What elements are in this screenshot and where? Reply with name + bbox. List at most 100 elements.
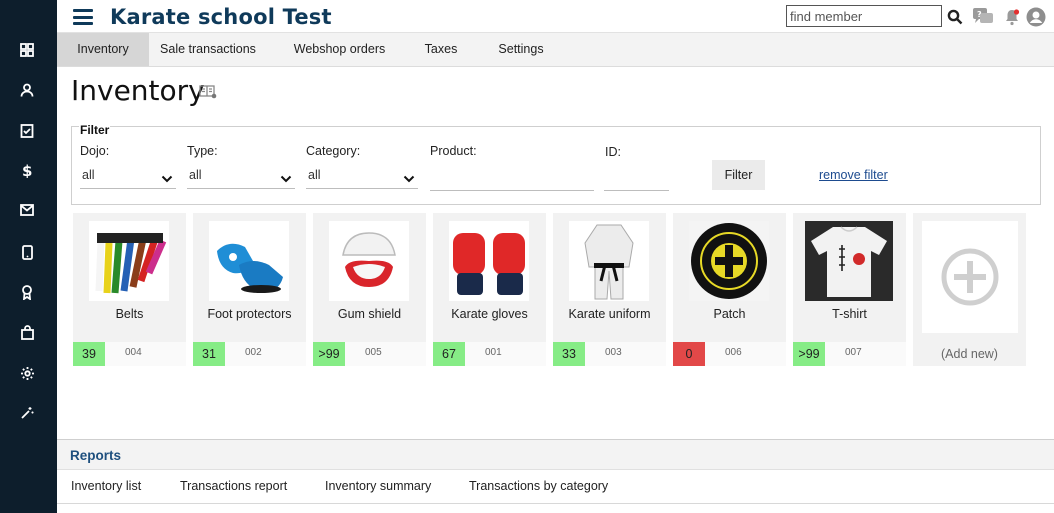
product-stock-bar: 31 002	[193, 342, 306, 366]
karate-uniform-image	[569, 221, 649, 301]
product-card-gum-shield[interactable]: Gum shield >99 005	[313, 213, 426, 366]
reports-section-header: Reports	[57, 439, 1054, 470]
product-card-belts[interactable]: Belts 39 004	[73, 213, 186, 366]
chat-help-icon[interactable]: ?	[972, 6, 994, 28]
mail-icon[interactable]	[17, 200, 37, 220]
filter-button[interactable]: Filter	[712, 160, 765, 190]
clipboard-check-icon[interactable]	[17, 120, 37, 140]
product-name: Karate gloves	[451, 307, 528, 321]
product-id: 004	[125, 347, 142, 358]
svg-text:?: ?	[977, 10, 982, 19]
category-select-value: all	[308, 168, 321, 182]
notification-bell-icon[interactable]	[1001, 6, 1023, 28]
product-id: 003	[605, 347, 622, 358]
gear-icon[interactable]	[17, 363, 37, 383]
tab-settings[interactable]: Settings	[489, 33, 553, 66]
dollar-icon[interactable]: $	[17, 160, 37, 180]
report-transactions-report[interactable]: Transactions report	[180, 479, 287, 493]
product-id: 006	[725, 347, 742, 358]
stock-count: 33	[553, 342, 585, 366]
page-title: Inventory	[71, 74, 205, 107]
gum-shield-image	[329, 221, 409, 301]
product-stock-bar: >99 007	[793, 342, 906, 366]
karate-gloves-image	[449, 221, 529, 301]
product-stock-bar: 39 004	[73, 342, 186, 366]
tab-inventory[interactable]: Inventory	[57, 33, 149, 66]
person-icon[interactable]	[17, 80, 37, 100]
category-select[interactable]: all	[306, 161, 418, 189]
stock-count: >99	[793, 342, 825, 366]
tab-sale-transactions[interactable]: Sale transactions	[151, 33, 265, 66]
shopping-bag-icon[interactable]	[17, 322, 37, 342]
sidebar: $	[0, 0, 57, 513]
product-card-foot-protectors[interactable]: Foot protectors 31 002	[193, 213, 306, 366]
product-name: Gum shield	[337, 307, 402, 321]
help-book-icon[interactable]	[199, 85, 217, 104]
product-id: 005	[365, 347, 382, 358]
add-new-product-card[interactable]: (Add new)	[913, 213, 1026, 366]
patch-image	[689, 221, 769, 301]
foot-protectors-image	[209, 221, 289, 301]
stock-count: >99	[313, 342, 345, 366]
add-plus-icon	[922, 221, 1018, 333]
product-stock-bar: 67 001	[433, 342, 546, 366]
product-id: 002	[245, 347, 262, 358]
tablet-icon[interactable]	[17, 242, 37, 262]
filter-legend: Filter	[79, 123, 111, 137]
stock-count: 31	[193, 342, 225, 366]
top-header: Karate school Test ?	[57, 0, 1054, 33]
stock-count: 39	[73, 342, 105, 366]
chevron-down-icon	[280, 167, 292, 195]
filter-panel: Filter Dojo: all Type: all Category: all…	[71, 123, 1041, 205]
magic-wand-icon[interactable]	[17, 403, 37, 423]
reports-title: Reports	[70, 448, 122, 463]
remove-filter-link[interactable]: remove filter	[819, 168, 888, 182]
product-input[interactable]	[430, 163, 594, 191]
tab-taxes[interactable]: Taxes	[415, 33, 467, 66]
add-new-label: (Add new)	[941, 347, 998, 361]
product-name: Belts	[115, 307, 144, 321]
svg-text:$: $	[22, 163, 32, 178]
app-title: Karate school Test	[110, 5, 332, 29]
type-label: Type:	[187, 144, 218, 158]
dojo-select-value: all	[82, 168, 95, 182]
stock-count: 67	[433, 342, 465, 366]
reports-links: Inventory list Transactions report Inven…	[57, 470, 1054, 504]
product-name: T-shirt	[832, 307, 867, 321]
category-label: Category:	[306, 144, 361, 158]
product-card-karate-uniform[interactable]: Karate uniform 33 003	[553, 213, 666, 366]
tab-bar: Inventory Sale transactions Webshop orde…	[57, 33, 1054, 67]
product-stock-bar: 0 006	[673, 342, 786, 366]
product-id: 001	[485, 347, 502, 358]
stock-count: 0	[673, 342, 705, 366]
t-shirt-image	[805, 221, 893, 301]
product-name: Foot protectors	[207, 307, 292, 321]
product-card-patch[interactable]: Patch 0 006	[673, 213, 786, 366]
user-avatar-icon[interactable]	[1025, 6, 1047, 28]
belts-image	[89, 221, 169, 301]
member-search-input[interactable]	[786, 5, 942, 27]
hamburger-menu-icon[interactable]	[73, 9, 93, 25]
dashboard-icon[interactable]	[17, 40, 37, 60]
product-card-karate-gloves[interactable]: Karate gloves 67 001	[433, 213, 546, 366]
product-stock-bar: >99 005	[313, 342, 426, 366]
award-icon[interactable]	[17, 282, 37, 302]
chevron-down-icon	[403, 167, 415, 195]
dojo-label: Dojo:	[80, 144, 110, 158]
product-id: 007	[845, 347, 862, 358]
report-inventory-summary[interactable]: Inventory summary	[325, 479, 431, 493]
dojo-select[interactable]: all	[80, 161, 176, 189]
id-label: ID:	[605, 145, 621, 159]
product-stock-bar: 33 003	[553, 342, 666, 366]
report-transactions-by-category[interactable]: Transactions by category	[469, 479, 608, 493]
product-label: Product:	[430, 144, 477, 158]
product-card-t-shirt[interactable]: T-shirt >99 007	[793, 213, 906, 366]
search-icon[interactable]	[944, 6, 966, 28]
type-select[interactable]: all	[187, 161, 295, 189]
report-inventory-list[interactable]: Inventory list	[71, 479, 141, 493]
type-select-value: all	[189, 168, 202, 182]
tab-webshop-orders[interactable]: Webshop orders	[283, 33, 396, 66]
id-input[interactable]	[604, 163, 669, 191]
product-name: Patch	[713, 307, 746, 321]
chevron-down-icon	[161, 167, 173, 195]
